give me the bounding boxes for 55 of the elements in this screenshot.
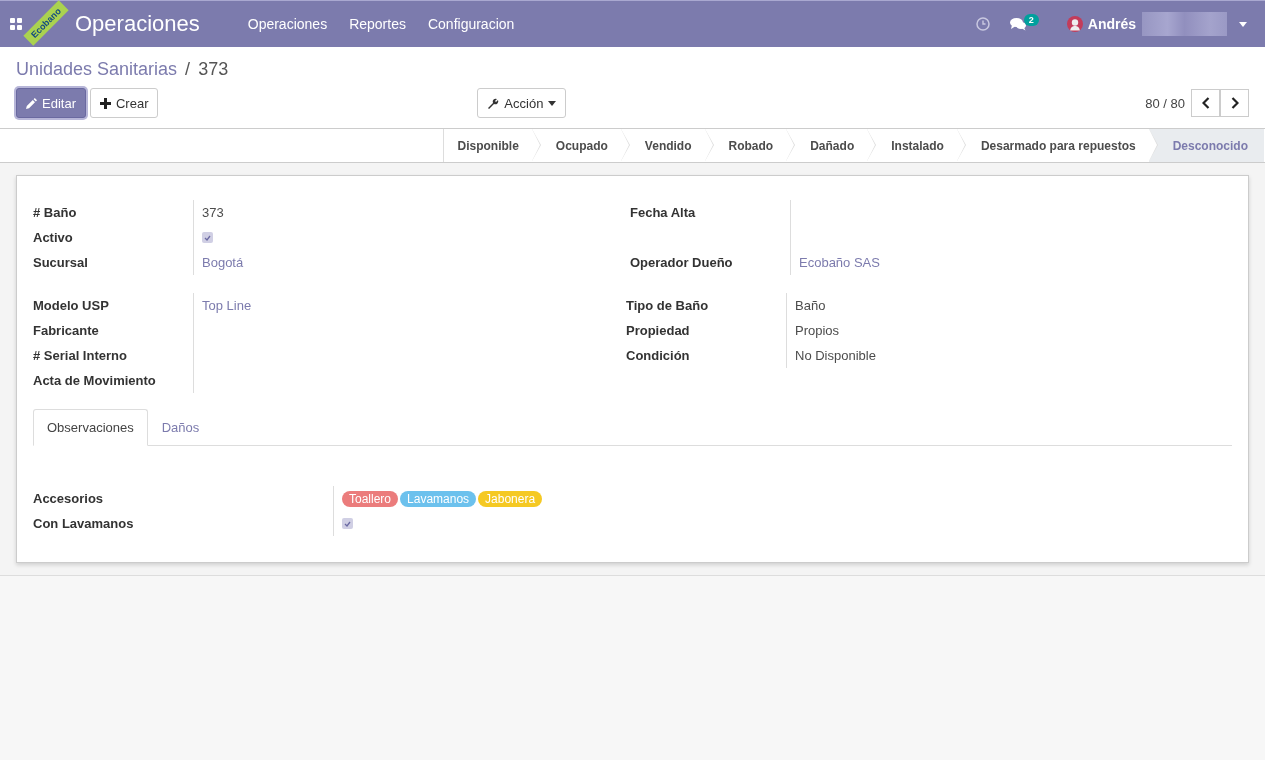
- chat-icon[interactable]: [1009, 17, 1027, 31]
- menu-link[interactable]: Operaciones: [247, 16, 328, 32]
- field-label: Activo: [33, 230, 74, 245]
- menu-link[interactable]: Reportes: [349, 16, 406, 32]
- field-link[interactable]: Ecobaño SAS: [799, 255, 880, 270]
- field-label: # Baño: [33, 205, 78, 220]
- edit-button[interactable]: Editar: [16, 88, 86, 118]
- clock-icon[interactable]: [975, 17, 990, 31]
- field-label: # Serial Interno: [33, 348, 128, 363]
- checkbox[interactable]: [202, 232, 213, 243]
- field-value: No Disponible: [795, 348, 876, 363]
- tag: Jabonera: [478, 490, 543, 507]
- caret-icon: [548, 100, 557, 106]
- chevron-left-icon: [1201, 97, 1210, 109]
- field-value: Propios: [795, 323, 840, 338]
- user-name[interactable]: Andrés: [1087, 16, 1136, 32]
- plus-icon: [99, 97, 111, 109]
- field-label: Tipo de Baño: [626, 298, 710, 313]
- field-label: Condición: [626, 348, 691, 363]
- app-title: Operaciones: [75, 11, 200, 37]
- field-link[interactable]: Bogotá: [202, 255, 244, 270]
- field-label: Operador Dueño: [630, 255, 734, 270]
- message-count-badge: 2: [1023, 14, 1039, 26]
- tab[interactable]: Observaciones: [33, 409, 148, 446]
- previous-button[interactable]: [1191, 89, 1220, 117]
- apps-menu-icon[interactable]: [10, 18, 22, 30]
- create-button[interactable]: Crear: [89, 88, 159, 118]
- field-value: 373: [202, 205, 224, 220]
- menu-link[interactable]: Configuracion: [427, 16, 515, 32]
- field-value: Baño: [795, 298, 826, 313]
- pager-value: 80 / 80: [1145, 95, 1185, 111]
- next-button[interactable]: [1220, 89, 1249, 117]
- field-label: Modelo USP: [33, 298, 110, 313]
- chevron-right-icon: [1230, 97, 1239, 109]
- field-label: Con Lavamanos: [33, 516, 135, 531]
- wrench-icon: [487, 97, 500, 109]
- breadcrumb-current: 373: [198, 59, 229, 80]
- breadcrumb-link[interactable]: Unidades Sanitarias: [16, 59, 178, 80]
- field-link[interactable]: Top Line: [202, 298, 252, 313]
- avatar-icon[interactable]: [1066, 16, 1083, 32]
- pencil-icon: [26, 97, 37, 109]
- stage-button[interactable]: Desconocido: [1148, 129, 1264, 162]
- breadcrumb-separator: /: [185, 59, 191, 80]
- tag: Lavamanos: [400, 490, 477, 507]
- field-label: Propiedad: [626, 323, 691, 338]
- caret-icon[interactable]: [1239, 21, 1247, 27]
- field-label: Fabricante: [33, 323, 100, 338]
- action-dropdown[interactable]: Acción: [477, 88, 567, 118]
- field-label: Sucursal: [33, 255, 89, 270]
- field-label: Acta de Movimiento: [33, 373, 157, 388]
- tab[interactable]: Daños: [147, 409, 214, 446]
- field-label: Fecha Alta: [630, 205, 697, 220]
- field-label: Accesorios: [33, 491, 105, 506]
- tag: Toallero: [342, 490, 399, 507]
- checkbox[interactable]: [342, 518, 353, 529]
